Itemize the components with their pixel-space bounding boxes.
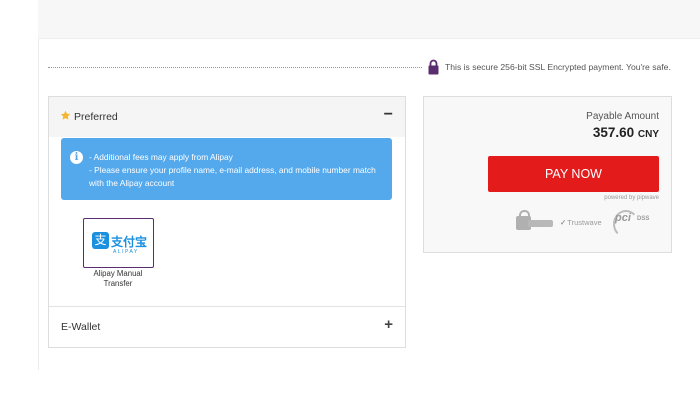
collapse-preferred-button[interactable]: −: [384, 106, 393, 124]
info-line-account: with the Alipay account: [89, 178, 175, 188]
preferred-header[interactable]: Preferred −: [49, 97, 405, 137]
secure-message: This is secure 256-bit SSL Encrypted pay…: [445, 62, 671, 72]
caption-line-2: Transfer: [103, 279, 133, 288]
secure-lock-badge-icon: [514, 210, 554, 236]
dotted-divider: [48, 67, 422, 68]
ewallet-label[interactable]: E-Wallet: [61, 321, 100, 333]
alipay-option-caption: Alipay Manual Transfer: [79, 269, 157, 289]
star-icon: [60, 110, 71, 120]
security-badges: ✓Trustwave pci DSS: [514, 210, 664, 238]
lock-icon: [428, 59, 439, 75]
trustwave-badge: ✓Trustwave: [560, 210, 606, 236]
pci-dss-badge: pci DSS: [613, 210, 659, 238]
dss-label: DSS: [637, 216, 650, 222]
alipay-logo-english: ALIPAY: [113, 249, 139, 255]
info-line-fees: - Additional fees may apply from Alipay: [89, 152, 233, 162]
secure-payment-notice: This is secure 256-bit SSL Encrypted pay…: [48, 58, 696, 78]
alipay-info-box: i - Additional fees may apply from Alipa…: [61, 138, 392, 200]
section-divider: [49, 306, 405, 307]
info-icon: i: [70, 151, 83, 164]
payable-amount-label: Payable Amount: [586, 111, 659, 122]
alipay-logo-chinese: 支付宝: [111, 235, 148, 249]
preferred-label: Preferred: [74, 111, 118, 123]
amount-value: 357.60: [592, 125, 635, 140]
order-header-strip: [38, 0, 700, 39]
pci-label: pci: [615, 212, 631, 224]
payment-methods-panel: Preferred − i - Additional fees may appl…: [48, 96, 406, 348]
alipay-logo-icon: 支: [92, 232, 109, 249]
trustwave-check-icon: ✓: [560, 218, 567, 227]
powered-by-label: powered by pipwave: [604, 195, 659, 201]
payable-amount: 357.60 CNY: [593, 125, 659, 140]
caption-line-1: Alipay Manual: [93, 269, 143, 278]
left-border: [38, 0, 39, 370]
amount-currency: CNY: [637, 129, 659, 140]
pay-now-button[interactable]: PAY NOW: [488, 156, 659, 192]
expand-ewallet-button[interactable]: +: [384, 316, 393, 333]
payment-summary-panel: Payable Amount 357.60 CNY PAY NOW powere…: [423, 96, 672, 253]
alipay-manual-transfer-option[interactable]: 支 支付宝 ALIPAY: [83, 218, 154, 268]
info-line-ensure: - Please ensure your profile name, e-mai…: [89, 165, 376, 175]
trustwave-label: Trustwave: [567, 218, 602, 227]
